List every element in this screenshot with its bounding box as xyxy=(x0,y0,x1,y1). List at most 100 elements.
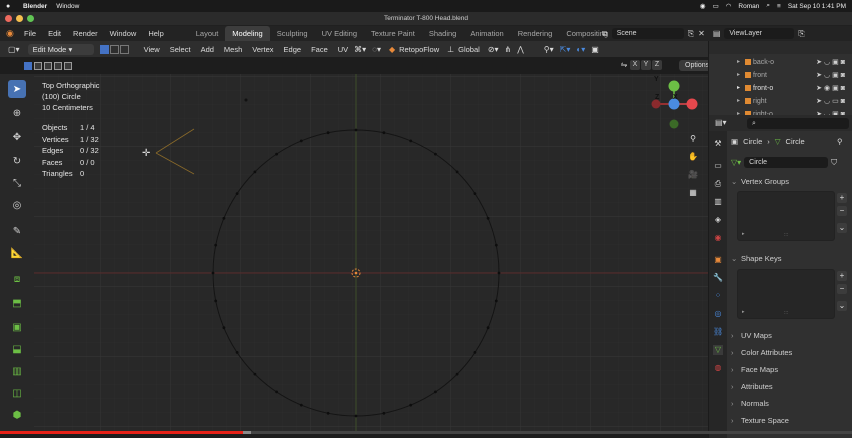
outliner-item[interactable]: ▸ front-o ➤◉▣◙ xyxy=(709,82,852,95)
gizmo-y-label[interactable]: Y xyxy=(654,76,659,83)
panel-face-maps[interactable]: › Face Maps xyxy=(731,363,849,377)
panel-vertex-groups[interactable]: ⌄ Vertex Groups xyxy=(731,175,849,189)
editor-type-icon[interactable]: ▢▾ xyxy=(8,45,20,54)
gizmo-toggle-icon[interactable]: ⇱▾ xyxy=(560,45,571,54)
minimize-window-button[interactable] xyxy=(16,15,23,22)
video-progress-bar[interactable] xyxy=(0,431,852,434)
control-center-icon[interactable]: ≡ xyxy=(777,3,781,10)
panel-texture-space[interactable]: › Texture Space xyxy=(731,414,849,428)
edge-select-icon[interactable] xyxy=(109,44,119,54)
menu-window[interactable]: Window xyxy=(110,29,137,38)
shape-key-specials-button[interactable]: ⌄ xyxy=(837,301,847,311)
properties-search[interactable]: ⌕ xyxy=(747,118,849,129)
zoom-icon[interactable]: ⚲ xyxy=(686,132,700,146)
panel-attributes[interactable]: › Attributes xyxy=(731,380,849,394)
list-resize-grip[interactable]: ::: xyxy=(784,232,788,238)
add-cube-tool-icon[interactable]: ⧈ xyxy=(8,270,26,288)
remove-scene-icon[interactable]: ✕ xyxy=(698,29,705,38)
select-subtract-icon[interactable] xyxy=(44,62,52,70)
panel-color-attributes[interactable]: › Color Attributes xyxy=(731,346,849,360)
mode-selector[interactable]: Edit Mode ▾ xyxy=(27,43,94,55)
menu-edge[interactable]: Edge xyxy=(284,45,302,54)
loop-cut-tool-icon[interactable]: ▥ xyxy=(8,362,26,380)
list-expand-icon[interactable]: ▸ xyxy=(742,231,745,237)
menu-select[interactable]: Select xyxy=(170,45,191,54)
tool-tab-icon[interactable]: ⚒ xyxy=(713,139,723,149)
measure-tool-icon[interactable]: 📐 xyxy=(8,244,26,262)
tab-rendering[interactable]: Rendering xyxy=(511,26,560,41)
menu-mesh[interactable]: Mesh xyxy=(224,45,242,54)
world-tab-icon[interactable]: ◉ xyxy=(713,233,723,243)
battery-icon[interactable]: ▭ xyxy=(713,2,719,10)
select-new-icon[interactable] xyxy=(24,62,32,70)
tab-animation[interactable]: Animation xyxy=(463,26,510,41)
apple-icon[interactable]: ● xyxy=(6,3,14,10)
add-vertex-group-button[interactable]: + xyxy=(837,193,847,203)
fake-user-shield-icon[interactable]: ⛉ xyxy=(831,158,837,168)
cursor-tool-icon[interactable]: ⊕ xyxy=(8,104,26,122)
view-layer-field[interactable]: ViewLayer xyxy=(724,28,795,39)
retopoflow-button[interactable]: RetopoFlow xyxy=(399,45,439,54)
modifier-tab-icon[interactable]: 🔧 xyxy=(713,273,723,283)
retopoflow-icon[interactable]: ◆ xyxy=(389,45,395,54)
snapping-icon[interactable]: ⋔ xyxy=(505,45,512,54)
xray-toggle-icon[interactable]: ▣ xyxy=(591,45,599,54)
constraints-tab-icon[interactable]: ⛓ xyxy=(713,327,723,337)
menu-file[interactable]: File xyxy=(24,29,36,38)
camera-view-icon[interactable]: 🎥 xyxy=(686,168,700,182)
move-tool-icon[interactable]: ✥ xyxy=(8,128,26,146)
panel-shape-keys[interactable]: ⌄ Shape Keys xyxy=(731,252,849,266)
overlay-toggle-icon[interactable]: ◐▾ xyxy=(576,45,585,54)
menu-add[interactable]: Add xyxy=(201,45,214,54)
rotate-tool-icon[interactable]: ↻ xyxy=(8,152,26,170)
scene-field[interactable]: Scene xyxy=(611,28,684,39)
orientation-icon[interactable]: ⊥ xyxy=(447,45,454,54)
list-resize-grip[interactable]: ::: xyxy=(784,310,788,316)
menu-face[interactable]: Face xyxy=(311,45,328,54)
proportional-edit-icon[interactable]: ◌▾ xyxy=(372,45,381,54)
tab-sculpting[interactable]: Sculpting xyxy=(270,26,315,41)
mesh-name-field[interactable]: Circle xyxy=(744,157,829,168)
mirror-z-button[interactable]: Z xyxy=(652,60,662,70)
properties-editor-icon[interactable]: ▤▾ xyxy=(715,118,727,127)
material-tab-icon[interactable]: ◍ xyxy=(713,363,723,373)
toggle-ortho-icon[interactable]: ▦ xyxy=(686,186,700,200)
outliner-item-icons[interactable]: ➤◡▭◙ xyxy=(816,95,847,108)
select-extend-icon[interactable] xyxy=(34,62,42,70)
select-intersect-icon[interactable] xyxy=(64,62,72,70)
clock[interactable]: Sat Sep 10 1:41 PM xyxy=(788,3,846,10)
mirror-y-button[interactable]: Y xyxy=(641,60,651,70)
breadcrumb-data[interactable]: Circle xyxy=(786,137,805,146)
menubar-app[interactable]: Blender xyxy=(23,3,47,10)
menu-view[interactable]: View xyxy=(144,45,160,54)
select-invert-icon[interactable] xyxy=(54,62,62,70)
menu-render[interactable]: Render xyxy=(73,29,98,38)
3d-viewport[interactable]: ✛ Top Orthographic (100) Circle 10 Centi… xyxy=(34,74,708,432)
user-name[interactable]: Roman xyxy=(738,3,759,10)
vertex-select-icon[interactable] xyxy=(99,44,109,54)
shape-keys-list[interactable]: ▸ ::: xyxy=(737,269,835,319)
panel-uv-maps[interactable]: › UV Maps xyxy=(731,329,849,343)
outliner-item-icons[interactable]: ➤◡▣◙ xyxy=(816,69,847,82)
orientation-selector[interactable]: Global xyxy=(458,45,480,54)
pin-icon[interactable]: ⚲ xyxy=(837,137,843,146)
bevel-tool-icon[interactable]: ⬓ xyxy=(8,340,26,358)
face-select-icon[interactable] xyxy=(119,44,129,54)
gizmo-z-label[interactable]: Z xyxy=(655,94,659,101)
scale-tool-icon[interactable]: ⤡ xyxy=(8,174,26,192)
inset-tool-icon[interactable]: ▣ xyxy=(8,318,26,336)
menubar-window[interactable]: Window xyxy=(56,3,79,10)
outliner-item[interactable]: ▸ front ➤◡▣◙ xyxy=(709,69,852,82)
render-tab-icon[interactable]: ▭ xyxy=(713,161,723,171)
add-shape-key-button[interactable]: + xyxy=(837,271,847,281)
pivot-point-icon[interactable]: ⊘▾ xyxy=(488,45,499,54)
vertex-groups-list[interactable]: ▸ ::: xyxy=(737,191,835,241)
outliner-item[interactable]: ▸ right ➤◡▭◙ xyxy=(709,95,852,108)
mesh-data-tab-icon[interactable]: ▽ xyxy=(713,345,723,355)
outliner-item-icons[interactable]: ➤◡▣◙ xyxy=(816,56,847,69)
gizmo-x-label[interactable]: X xyxy=(673,94,678,101)
search-icon[interactable]: ⌕ xyxy=(766,2,770,10)
object-tab-icon[interactable]: ▣ xyxy=(713,255,723,265)
view-layer-icon[interactable]: ▤ xyxy=(713,29,721,38)
new-scene-icon[interactable]: ⎘ xyxy=(688,29,694,39)
